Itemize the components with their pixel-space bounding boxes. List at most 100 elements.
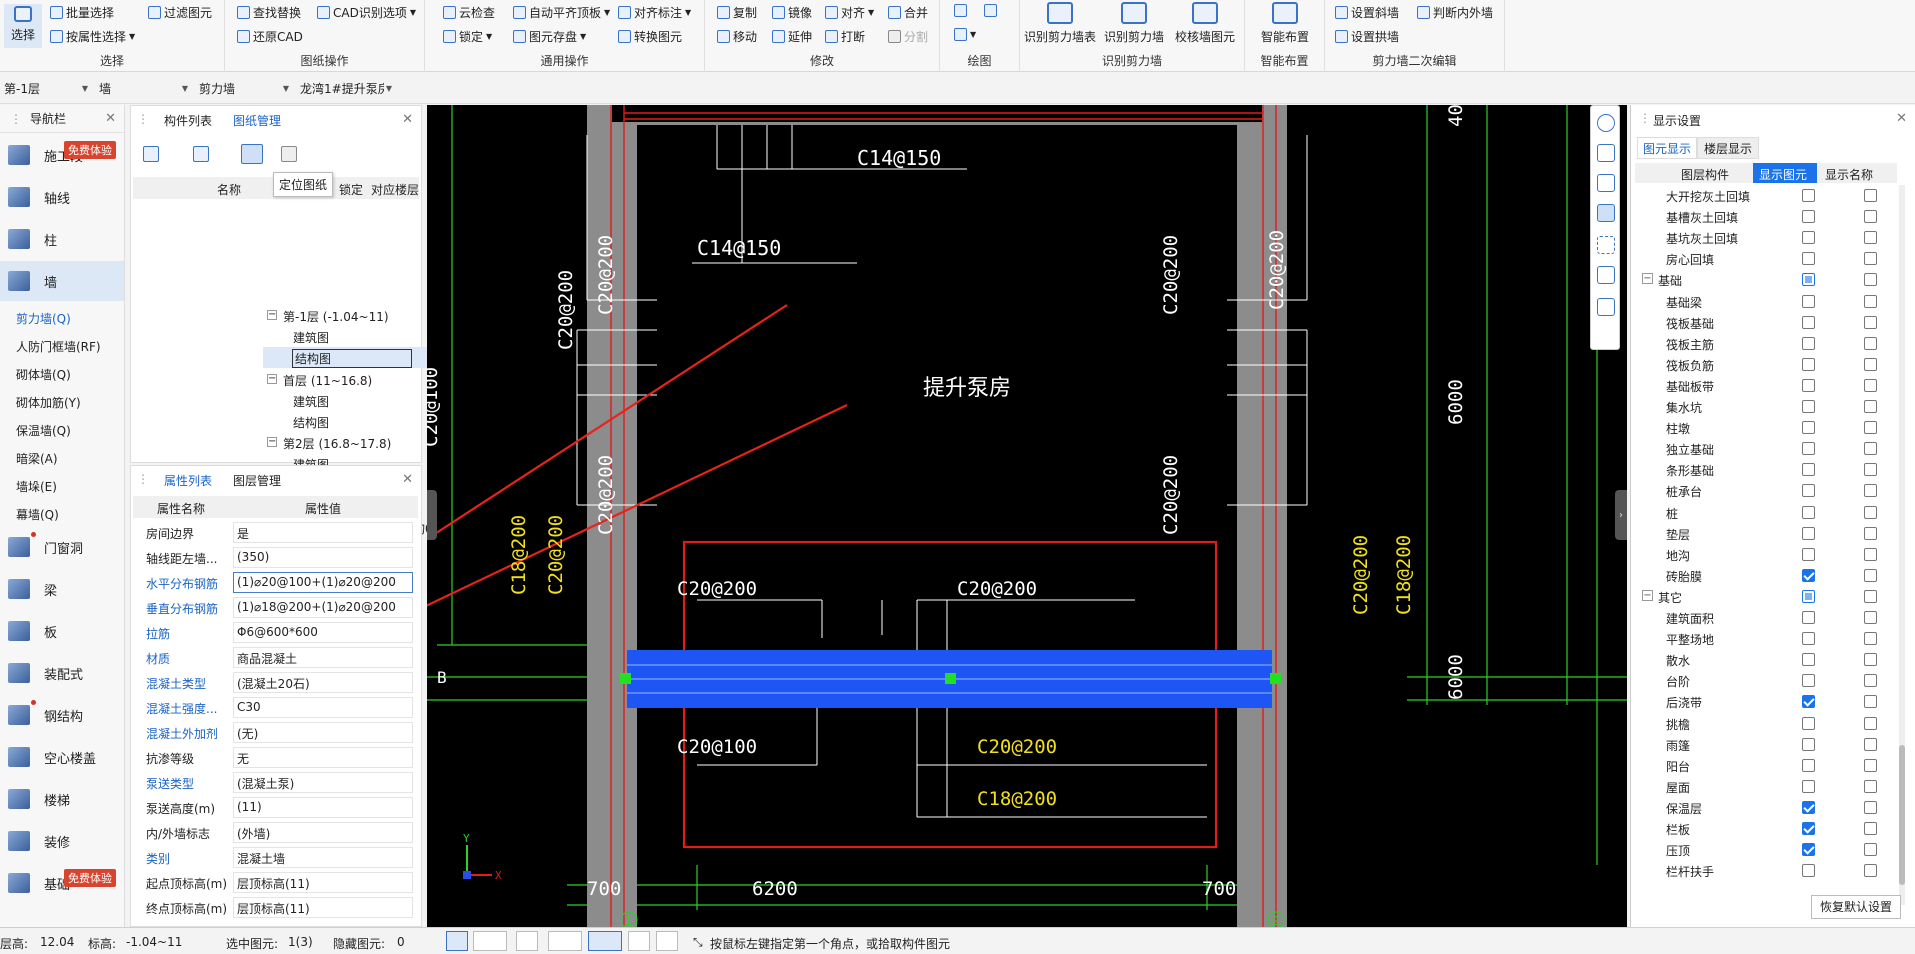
show-name-checkbox[interactable]	[1864, 273, 1877, 287]
show-name-checkbox[interactable]	[1864, 484, 1877, 498]
show-element-checkbox[interactable]	[1802, 526, 1815, 540]
tab-component-list[interactable]: 构件列表	[164, 106, 212, 134]
angle-toggle[interactable]	[548, 931, 582, 951]
batch-select-button[interactable]: 批量选择	[50, 4, 114, 21]
show-name-checkbox[interactable]	[1864, 315, 1877, 329]
nav-item-prefab[interactable]: 装配式	[0, 653, 124, 693]
element-select[interactable]: 龙湾1#提升泵房 ▼	[296, 78, 396, 98]
show-name-checkbox[interactable]	[1864, 843, 1877, 857]
select-button[interactable]: 选择	[4, 4, 42, 48]
dynamic-input-toggle[interactable]	[588, 931, 622, 951]
show-element-checkbox[interactable]	[1802, 695, 1815, 709]
property-value-field[interactable]: (混凝土泵)	[233, 772, 413, 793]
property-value-field[interactable]: 商品混凝土	[233, 647, 413, 668]
report-icon[interactable]	[1597, 298, 1615, 316]
show-name-checkbox[interactable]	[1864, 674, 1877, 688]
show-name-checkbox[interactable]	[1864, 632, 1877, 646]
floor-select[interactable]: 第-1层 ▼	[0, 78, 92, 98]
collapse-toggle-icon[interactable]: −	[267, 310, 277, 320]
type-select[interactable]: 剪力墙 ▼	[195, 78, 293, 98]
identify-wall-button[interactable]: 识别剪力墙	[1100, 2, 1168, 45]
show-element-checkbox[interactable]	[1802, 463, 1815, 477]
snap-toggle[interactable]	[473, 931, 507, 951]
nav-sub-wall-pier[interactable]: 墙垛(E)	[16, 478, 57, 495]
show-name-checkbox[interactable]	[1864, 822, 1877, 835]
mirror-button[interactable]: 镜像	[772, 4, 812, 21]
show-element-checkbox[interactable]	[1802, 336, 1815, 350]
right-collapse-tab[interactable]: ›	[1615, 490, 1627, 540]
tab-property-list[interactable]: 属性列表	[164, 466, 212, 494]
show-name-checkbox[interactable]	[1864, 400, 1877, 413]
property-value-field[interactable]: (1)⌀18@200+(1)⌀20@200	[233, 597, 413, 618]
show-name-checkbox[interactable]	[1864, 653, 1877, 667]
property-value-field[interactable]: Φ6@600*600	[233, 622, 413, 643]
show-element-checkbox[interactable]	[1802, 189, 1815, 202]
scrollbar[interactable]	[1899, 185, 1905, 905]
nav-sub-hidden-beam[interactable]: 暗梁(A)	[16, 450, 58, 467]
show-element-checkbox[interactable]	[1802, 442, 1815, 456]
nav-item-column[interactable]: 柱	[0, 219, 124, 259]
category-select[interactable]: 墙 ▼	[95, 78, 192, 98]
show-element-checkbox[interactable]	[1802, 674, 1815, 688]
show-name-checkbox[interactable]	[1864, 505, 1877, 519]
tab-drawing-manager[interactable]: 图纸管理	[233, 106, 281, 134]
add-drawing-icon[interactable]	[143, 146, 159, 162]
property-value-field[interactable]: 无	[233, 747, 413, 768]
close-icon[interactable]: ✕	[1896, 111, 1907, 126]
show-element-checkbox[interactable]	[1802, 758, 1815, 772]
nav-item-hollow-floor[interactable]: 空心楼盖	[0, 737, 124, 777]
show-name-checkbox[interactable]	[1864, 336, 1877, 350]
nav-sub-masonry-rebar[interactable]: 砌体加筋(Y)	[16, 394, 81, 411]
show-element-checkbox[interactable]	[1802, 843, 1815, 857]
show-name-checkbox[interactable]	[1864, 716, 1877, 730]
tab-floor-display[interactable]: 楼层显示	[1697, 137, 1759, 159]
property-value-field[interactable]: (无)	[233, 722, 413, 743]
show-name-checkbox[interactable]	[1864, 779, 1877, 793]
show-element-checkbox[interactable]	[1802, 421, 1815, 435]
show-element-checkbox[interactable]	[1802, 864, 1815, 878]
close-icon[interactable]: ✕	[402, 112, 413, 127]
copy-button[interactable]: 复制	[717, 4, 757, 21]
convert-element-button[interactable]: 转换图元	[618, 28, 682, 45]
draw-line-button[interactable]	[954, 4, 967, 17]
show-element-checkbox[interactable]	[1802, 400, 1815, 413]
show-name-checkbox[interactable]	[1864, 758, 1877, 772]
show-element-checkbox[interactable]	[1802, 210, 1815, 224]
restore-default-button[interactable]: 恢复默认设置	[1811, 895, 1901, 919]
property-value-field[interactable]: 是	[233, 522, 413, 543]
show-element-checkbox[interactable]	[1802, 589, 1815, 603]
solid-cube-icon[interactable]	[1597, 204, 1615, 222]
show-name-checkbox[interactable]	[1864, 442, 1877, 456]
show-element-checkbox[interactable]	[1802, 737, 1815, 751]
nav-sub-insulation-wall[interactable]: 保温墙(Q)	[16, 422, 71, 439]
select-by-attr-button[interactable]: 按属性选择 ▼	[50, 28, 135, 45]
show-name-checkbox[interactable]	[1864, 210, 1877, 224]
show-name-checkbox[interactable]	[1864, 589, 1877, 603]
show-element-checkbox[interactable]	[1802, 822, 1815, 835]
show-element-checkbox[interactable]	[1802, 252, 1815, 266]
show-name-checkbox[interactable]	[1864, 611, 1877, 624]
auto-flush-top-button[interactable]: 自动平齐顶板 ▼	[513, 4, 610, 21]
fit-view-icon[interactable]	[1597, 236, 1615, 254]
nav-sub-masonry-wall[interactable]: 砌体墙(Q)	[16, 366, 71, 383]
show-element-checkbox[interactable]	[1802, 632, 1815, 646]
cad-options-button[interactable]: CAD识别选项 ▼	[317, 4, 416, 21]
collapse-toggle-icon[interactable]: −	[267, 373, 277, 384]
grip-handle-right[interactable]	[1270, 673, 1281, 684]
nav-item-beam[interactable]: 梁	[0, 569, 124, 609]
show-element-checkbox[interactable]	[1802, 547, 1815, 561]
lock-button[interactable]: 锁定 ▼	[443, 28, 492, 45]
cube-icon[interactable]	[1597, 174, 1615, 192]
grip-handle-mid[interactable]	[945, 673, 956, 684]
show-name-checkbox[interactable]	[1864, 231, 1877, 245]
property-value-field[interactable]: (11)	[233, 797, 413, 818]
show-element-checkbox[interactable]	[1802, 779, 1815, 793]
property-value-field[interactable]: (混凝土20石)	[233, 672, 413, 693]
move-button[interactable]: 移动	[717, 28, 757, 45]
collapse-toggle-icon[interactable]: −	[267, 437, 277, 448]
cad-canvas[interactable]: 1 2 Y X 提升泵房 C14@150 C14@150 C20@100 C20…	[427, 105, 1627, 927]
smart-layout-button[interactable]: 智能布置	[1249, 2, 1321, 45]
property-value-field[interactable]: 层顶标高(11)	[233, 872, 413, 893]
split-button[interactable]: 分割	[888, 28, 928, 45]
show-element-checkbox[interactable]	[1802, 653, 1815, 667]
